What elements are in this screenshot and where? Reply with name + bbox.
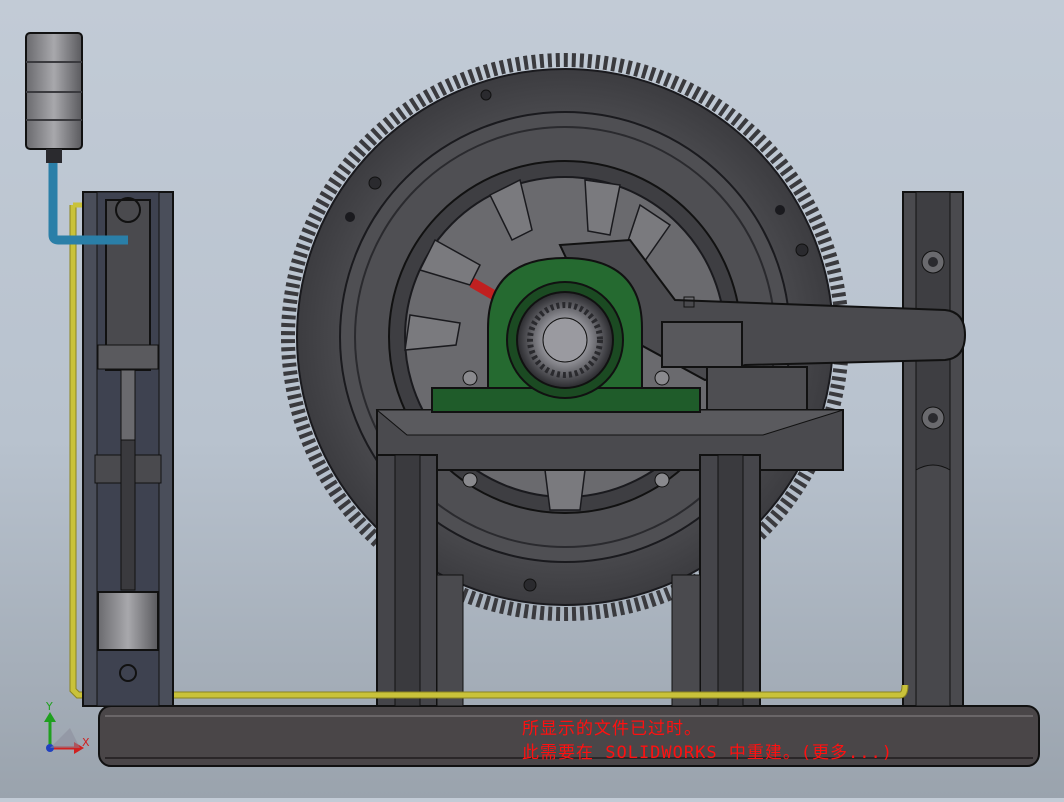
right-post[interactable] [902, 191, 964, 707]
triad-x-label: X [82, 736, 90, 749]
graphics-viewport[interactable]: Y X 所显示的文件已过时。 此需要在 SOLIDWORKS 中重建。(更多..… [0, 0, 1064, 798]
rebuild-warning-line1: 所显示的文件已过时。 [522, 719, 702, 739]
hydraulic-cylinder-assembly[interactable] [82, 191, 174, 707]
view-triad[interactable] [44, 712, 84, 754]
counter-weight[interactable] [25, 32, 83, 163]
model-view[interactable] [0, 0, 1064, 798]
rebuild-warning-line2[interactable]: 此需要在 SOLIDWORKS 中重建。(更多...) [522, 738, 893, 763]
triad-y-label: Y [46, 700, 53, 713]
